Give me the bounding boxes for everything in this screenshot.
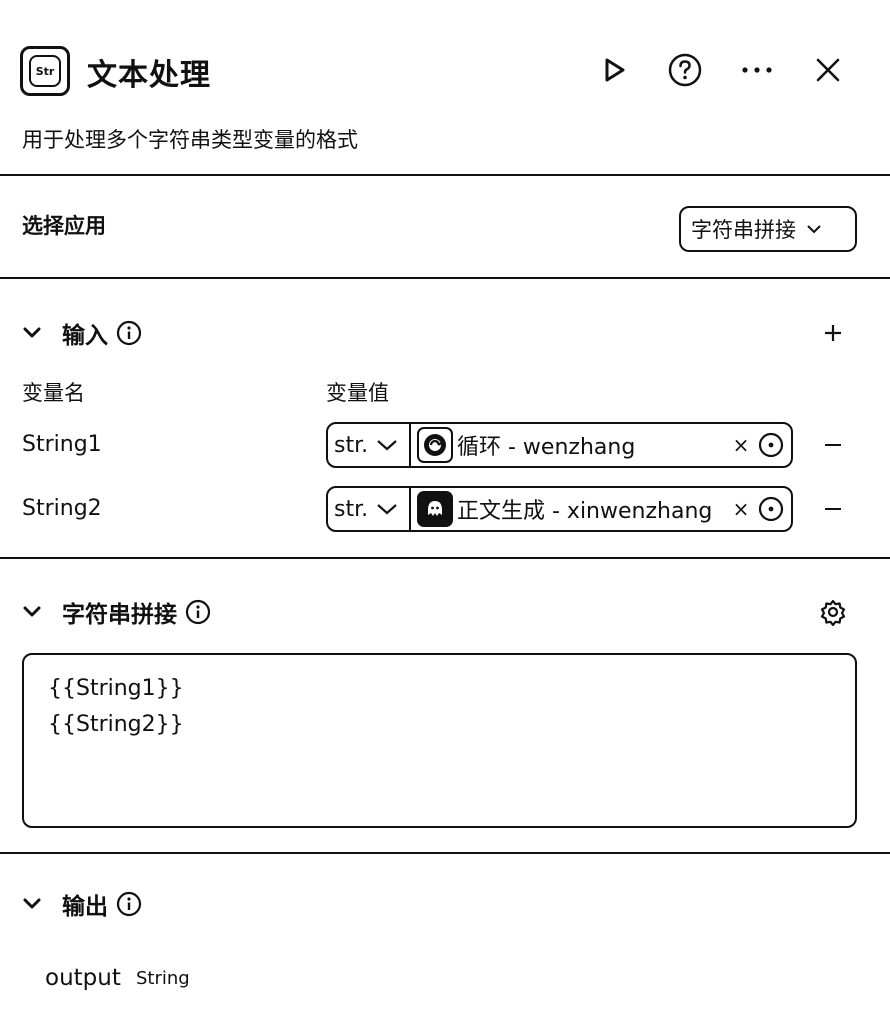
target-icon <box>758 432 784 458</box>
variable-name: String1 <box>22 432 102 457</box>
variable-type-value: str. <box>334 432 369 458</box>
select-app-dropdown[interactable]: 字符串拼接 <box>679 206 857 252</box>
plus-icon <box>825 325 841 341</box>
text-process-app-icon: Str <box>20 46 70 96</box>
remove-variable-button[interactable] <box>822 434 844 456</box>
select-app-label: 选择应用 <box>22 214 106 238</box>
text-process-panel: Str 文本处理 用于处理多个字符串类型变量的格式 选择应用 字符串拼接 输入 … <box>0 0 890 1015</box>
info-icon[interactable] <box>116 320 142 346</box>
more-button[interactable] <box>739 52 775 88</box>
variable-name-column-label: 变量名 <box>22 381 85 405</box>
help-icon <box>668 53 702 87</box>
variable-type-select[interactable]: str. <box>328 424 411 466</box>
output-section-title: 输出 <box>62 894 108 920</box>
select-app-value: 字符串拼接 <box>691 218 796 242</box>
remove-variable-button[interactable] <box>822 498 844 520</box>
variable-reference-label: 循环 - wenzhang <box>457 435 636 460</box>
minus-icon <box>825 444 841 446</box>
llm-node-icon <box>417 491 453 527</box>
divider <box>0 852 890 854</box>
variable-type-select[interactable]: str. <box>328 488 411 530</box>
output-variable-name: output <box>45 965 121 991</box>
app-icon-label: Str <box>29 55 61 87</box>
panel-description: 用于处理多个字符串类型变量的格式 <box>22 128 358 152</box>
input-section-title: 输入 <box>62 323 108 349</box>
collapse-chevron-icon[interactable] <box>22 327 42 339</box>
variable-name: String2 <box>22 496 102 521</box>
concat-settings-button[interactable] <box>819 598 847 627</box>
divider <box>0 277 890 279</box>
variable-value-column-label: 变量值 <box>326 381 389 405</box>
clear-reference-button[interactable]: × <box>731 433 751 457</box>
clear-reference-button[interactable]: × <box>731 497 751 521</box>
input-section-header: 输入 <box>22 316 142 350</box>
concat-section-title: 字符串拼接 <box>62 602 177 628</box>
output-section-header: 输出 <box>22 887 142 921</box>
loop-node-icon <box>417 427 453 463</box>
info-icon[interactable] <box>185 599 211 625</box>
chevron-down-icon <box>377 440 397 451</box>
gear-icon <box>820 599 846 627</box>
chevron-down-icon <box>377 504 397 515</box>
variable-reference-label: 正文生成 - xinwenzhang <box>457 499 713 524</box>
variable-value-field: str. 循环 - wenzhang × <box>326 422 793 468</box>
divider <box>0 174 890 176</box>
variable-value-field: str. 正文生成 - xinwenzhang × <box>326 486 793 532</box>
info-icon[interactable] <box>116 891 142 917</box>
close-icon <box>816 58 840 82</box>
more-icon <box>742 67 772 73</box>
add-variable-button[interactable] <box>820 320 846 346</box>
panel-header: Str 文本处理 用于处理多个字符串类型变量的格式 <box>0 0 890 175</box>
minus-icon <box>825 508 841 510</box>
play-icon <box>605 58 625 82</box>
collapse-chevron-icon[interactable] <box>22 898 42 910</box>
target-icon <box>758 496 784 522</box>
pick-variable-button[interactable] <box>751 432 791 458</box>
divider <box>0 557 890 559</box>
variable-reference[interactable]: 正文生成 - xinwenzhang <box>411 488 731 530</box>
close-button[interactable] <box>810 52 846 88</box>
variable-reference[interactable]: 循环 - wenzhang <box>411 424 731 466</box>
concat-template-editor[interactable]: {{String1}} {{String2}} <box>22 653 857 828</box>
pick-variable-button[interactable] <box>751 496 791 522</box>
output-variable-type: String <box>136 968 190 989</box>
panel-title: 文本处理 <box>87 58 211 93</box>
chevron-down-icon <box>807 225 821 234</box>
concat-section-header: 字符串拼接 <box>22 595 211 629</box>
collapse-chevron-icon[interactable] <box>22 606 42 618</box>
help-button[interactable] <box>667 52 703 88</box>
variable-type-value: str. <box>334 496 369 522</box>
run-button[interactable] <box>596 52 632 88</box>
